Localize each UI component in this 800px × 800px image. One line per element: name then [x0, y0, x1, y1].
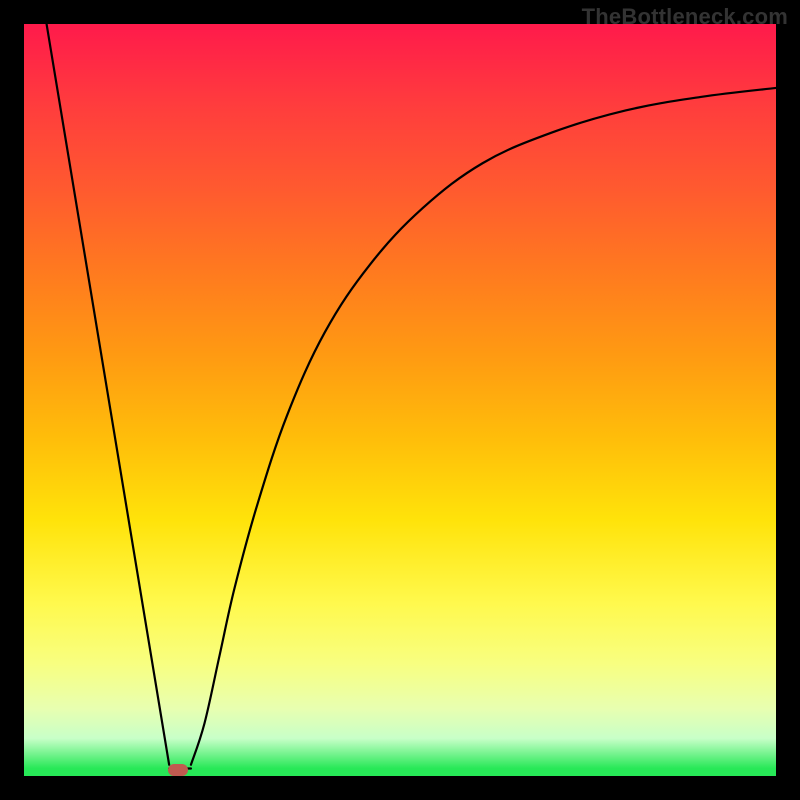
curve-right-segment: [191, 88, 776, 765]
curve-left-segment: [47, 24, 170, 765]
optimal-point-marker: [168, 764, 188, 776]
chart-stage: TheBottleneck.com: [0, 0, 800, 800]
bottleneck-curve: [24, 24, 776, 776]
plot-area: [24, 24, 776, 776]
